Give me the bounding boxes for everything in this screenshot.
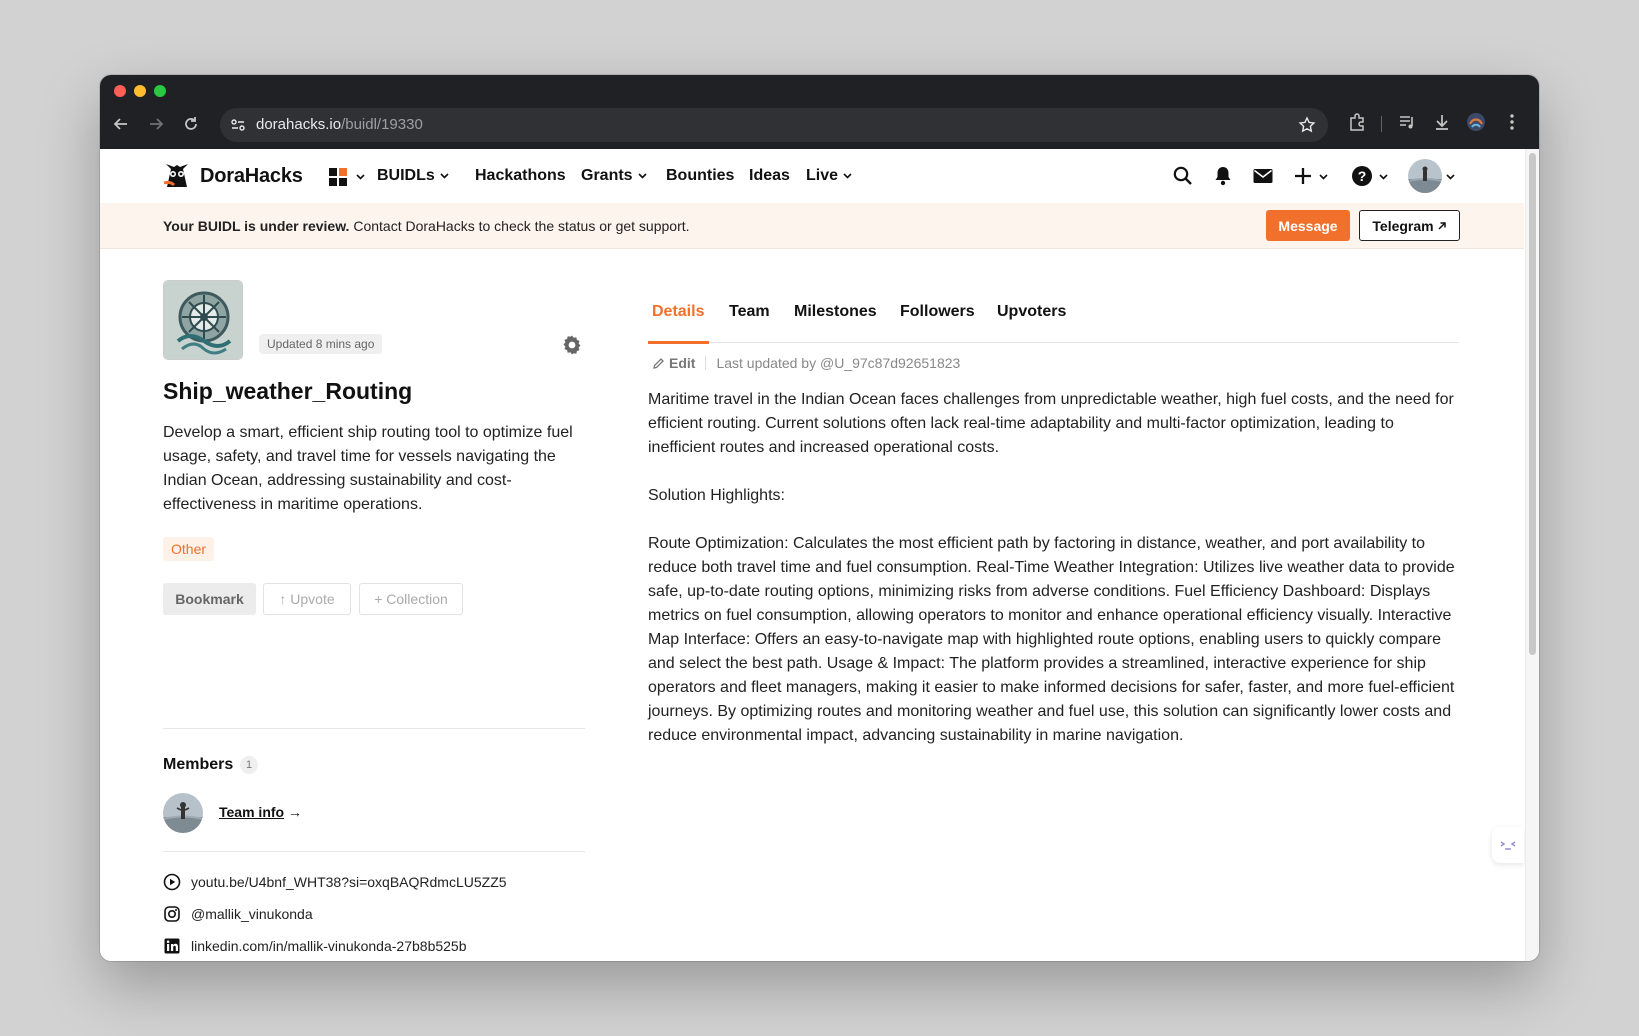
svg-text:?: ? xyxy=(1358,168,1367,184)
member-avatar[interactable] xyxy=(163,793,203,833)
gear-icon[interactable] xyxy=(561,334,583,356)
chevron-down-icon[interactable] xyxy=(1379,174,1388,180)
chevron-down-icon[interactable] xyxy=(1319,174,1328,180)
browser-window: dorahacks.io/buidl/19330 DoraHacks BUIDL… xyxy=(100,75,1539,961)
floating-widget-button[interactable] xyxy=(1492,827,1524,863)
help-icon[interactable]: ? xyxy=(1351,165,1373,187)
scrollbar-thumb[interactable] xyxy=(1529,153,1536,655)
browser-toolbar: dorahacks.io/buidl/19330 xyxy=(100,75,1539,149)
bookmark-button[interactable]: Bookmark xyxy=(163,583,256,615)
top-navigation: DoraHacks BUIDLs Hackathons Grants Bount… xyxy=(100,149,1524,203)
problem-paragraph: Maritime travel in the Indian Ocean face… xyxy=(648,391,1454,456)
instagram-icon xyxy=(164,906,180,922)
site-settings-icon[interactable] xyxy=(230,117,246,133)
review-banner: Your BUIDL is under review. Contact Dora… xyxy=(100,203,1524,249)
solution-heading: Solution Highlights: xyxy=(648,487,785,504)
zoom-window-button[interactable] xyxy=(154,85,166,97)
back-icon[interactable] xyxy=(108,111,134,137)
brand-name[interactable]: DoraHacks xyxy=(200,165,303,188)
reload-icon[interactable] xyxy=(178,111,204,137)
nav-buidls[interactable]: BUIDLs xyxy=(377,167,449,185)
play-icon xyxy=(163,873,181,891)
chevron-down-icon[interactable] xyxy=(356,174,365,180)
project-description: Develop a smart, efficient ship routing … xyxy=(163,424,573,513)
bell-icon[interactable] xyxy=(1212,165,1234,187)
pencil-icon xyxy=(653,357,664,369)
nav-ideas[interactable]: Ideas xyxy=(749,167,790,185)
dorahacks-logo[interactable] xyxy=(162,161,192,191)
external-link-icon xyxy=(1438,221,1446,230)
minimize-window-button[interactable] xyxy=(134,85,146,97)
team-info-link[interactable]: Team info → xyxy=(219,804,302,820)
solution-paragraph: Route Optimization: Calculates the most … xyxy=(648,535,1455,744)
mail-icon[interactable] xyxy=(1252,165,1274,187)
media-icon[interactable] xyxy=(1397,112,1417,132)
banner-text: Your BUIDL is under review. Contact Dora… xyxy=(163,218,690,234)
toolbar-separator xyxy=(1381,116,1382,132)
telegram-button[interactable]: Telegram xyxy=(1359,210,1460,241)
tab-details[interactable]: Details xyxy=(652,303,704,321)
collection-button[interactable]: + Collection xyxy=(359,583,463,615)
message-button[interactable]: Message xyxy=(1266,210,1350,241)
active-tab-indicator xyxy=(648,341,709,344)
url-text: dorahacks.io/buidl/19330 xyxy=(256,116,423,133)
updated-badge: Updated 8 mins ago xyxy=(259,334,383,354)
chevron-down-icon[interactable] xyxy=(1446,174,1455,180)
nav-grants[interactable]: Grants xyxy=(581,167,647,185)
chat-face-icon xyxy=(1500,841,1516,850)
chevron-down-icon xyxy=(843,173,852,179)
tab-milestones[interactable]: Milestones xyxy=(794,303,877,321)
edit-row: Edit Last updated by @U_97c87d92651823 xyxy=(652,355,960,371)
linkedin-link[interactable]: linkedin.com/in/mallik-vinukonda-27b8b52… xyxy=(163,937,467,955)
nav-hackathons[interactable]: Hackathons xyxy=(475,167,566,185)
chevron-down-icon xyxy=(440,173,449,179)
tab-team[interactable]: Team xyxy=(729,303,770,321)
user-avatar[interactable] xyxy=(1408,159,1442,193)
star-icon[interactable] xyxy=(1298,116,1316,134)
last-updated-text: Last updated by @U_97c87d92651823 xyxy=(716,355,961,371)
chevron-down-icon xyxy=(638,173,647,179)
plus-icon[interactable] xyxy=(1292,165,1314,187)
youtube-link[interactable]: youtu.be/U4bnf_WHT38?si=oxqBAQRdmcLU5ZZ5 xyxy=(163,873,507,891)
members-count-badge: 1 xyxy=(240,756,258,774)
profile-icon[interactable] xyxy=(1466,112,1486,132)
linkedin-icon xyxy=(164,938,180,954)
instagram-link[interactable]: @mallik_vinukonda xyxy=(163,905,313,923)
divider xyxy=(163,851,585,852)
apps-grid-icon[interactable] xyxy=(329,168,348,187)
forward-icon[interactable] xyxy=(143,111,169,137)
tab-upvoters[interactable]: Upvoters xyxy=(997,303,1066,321)
tabs-divider xyxy=(648,342,1459,343)
page-content: DoraHacks BUIDLs Hackathons Grants Bount… xyxy=(100,149,1539,961)
nav-live[interactable]: Live xyxy=(806,167,852,185)
category-tag[interactable]: Other xyxy=(163,537,215,561)
edit-button[interactable]: Edit xyxy=(652,355,695,371)
address-bar[interactable]: dorahacks.io/buidl/19330 xyxy=(220,108,1328,142)
close-window-button[interactable] xyxy=(114,85,126,97)
divider xyxy=(163,728,585,729)
menu-icon[interactable] xyxy=(1502,112,1522,132)
project-title: Ship_weather_Routing xyxy=(163,378,413,404)
project-logo xyxy=(163,280,243,360)
nav-bounties[interactable]: Bounties xyxy=(666,167,734,185)
scrollbar[interactable] xyxy=(1525,149,1539,961)
download-icon[interactable] xyxy=(1432,112,1452,132)
details-body: Maritime travel in the Indian Ocean face… xyxy=(648,388,1464,772)
extensions-icon[interactable] xyxy=(1347,112,1367,132)
members-heading: Members xyxy=(163,756,234,773)
upvote-button[interactable]: ↑ Upvote xyxy=(263,583,351,615)
tab-followers[interactable]: Followers xyxy=(900,303,975,321)
search-icon[interactable] xyxy=(1172,165,1194,187)
